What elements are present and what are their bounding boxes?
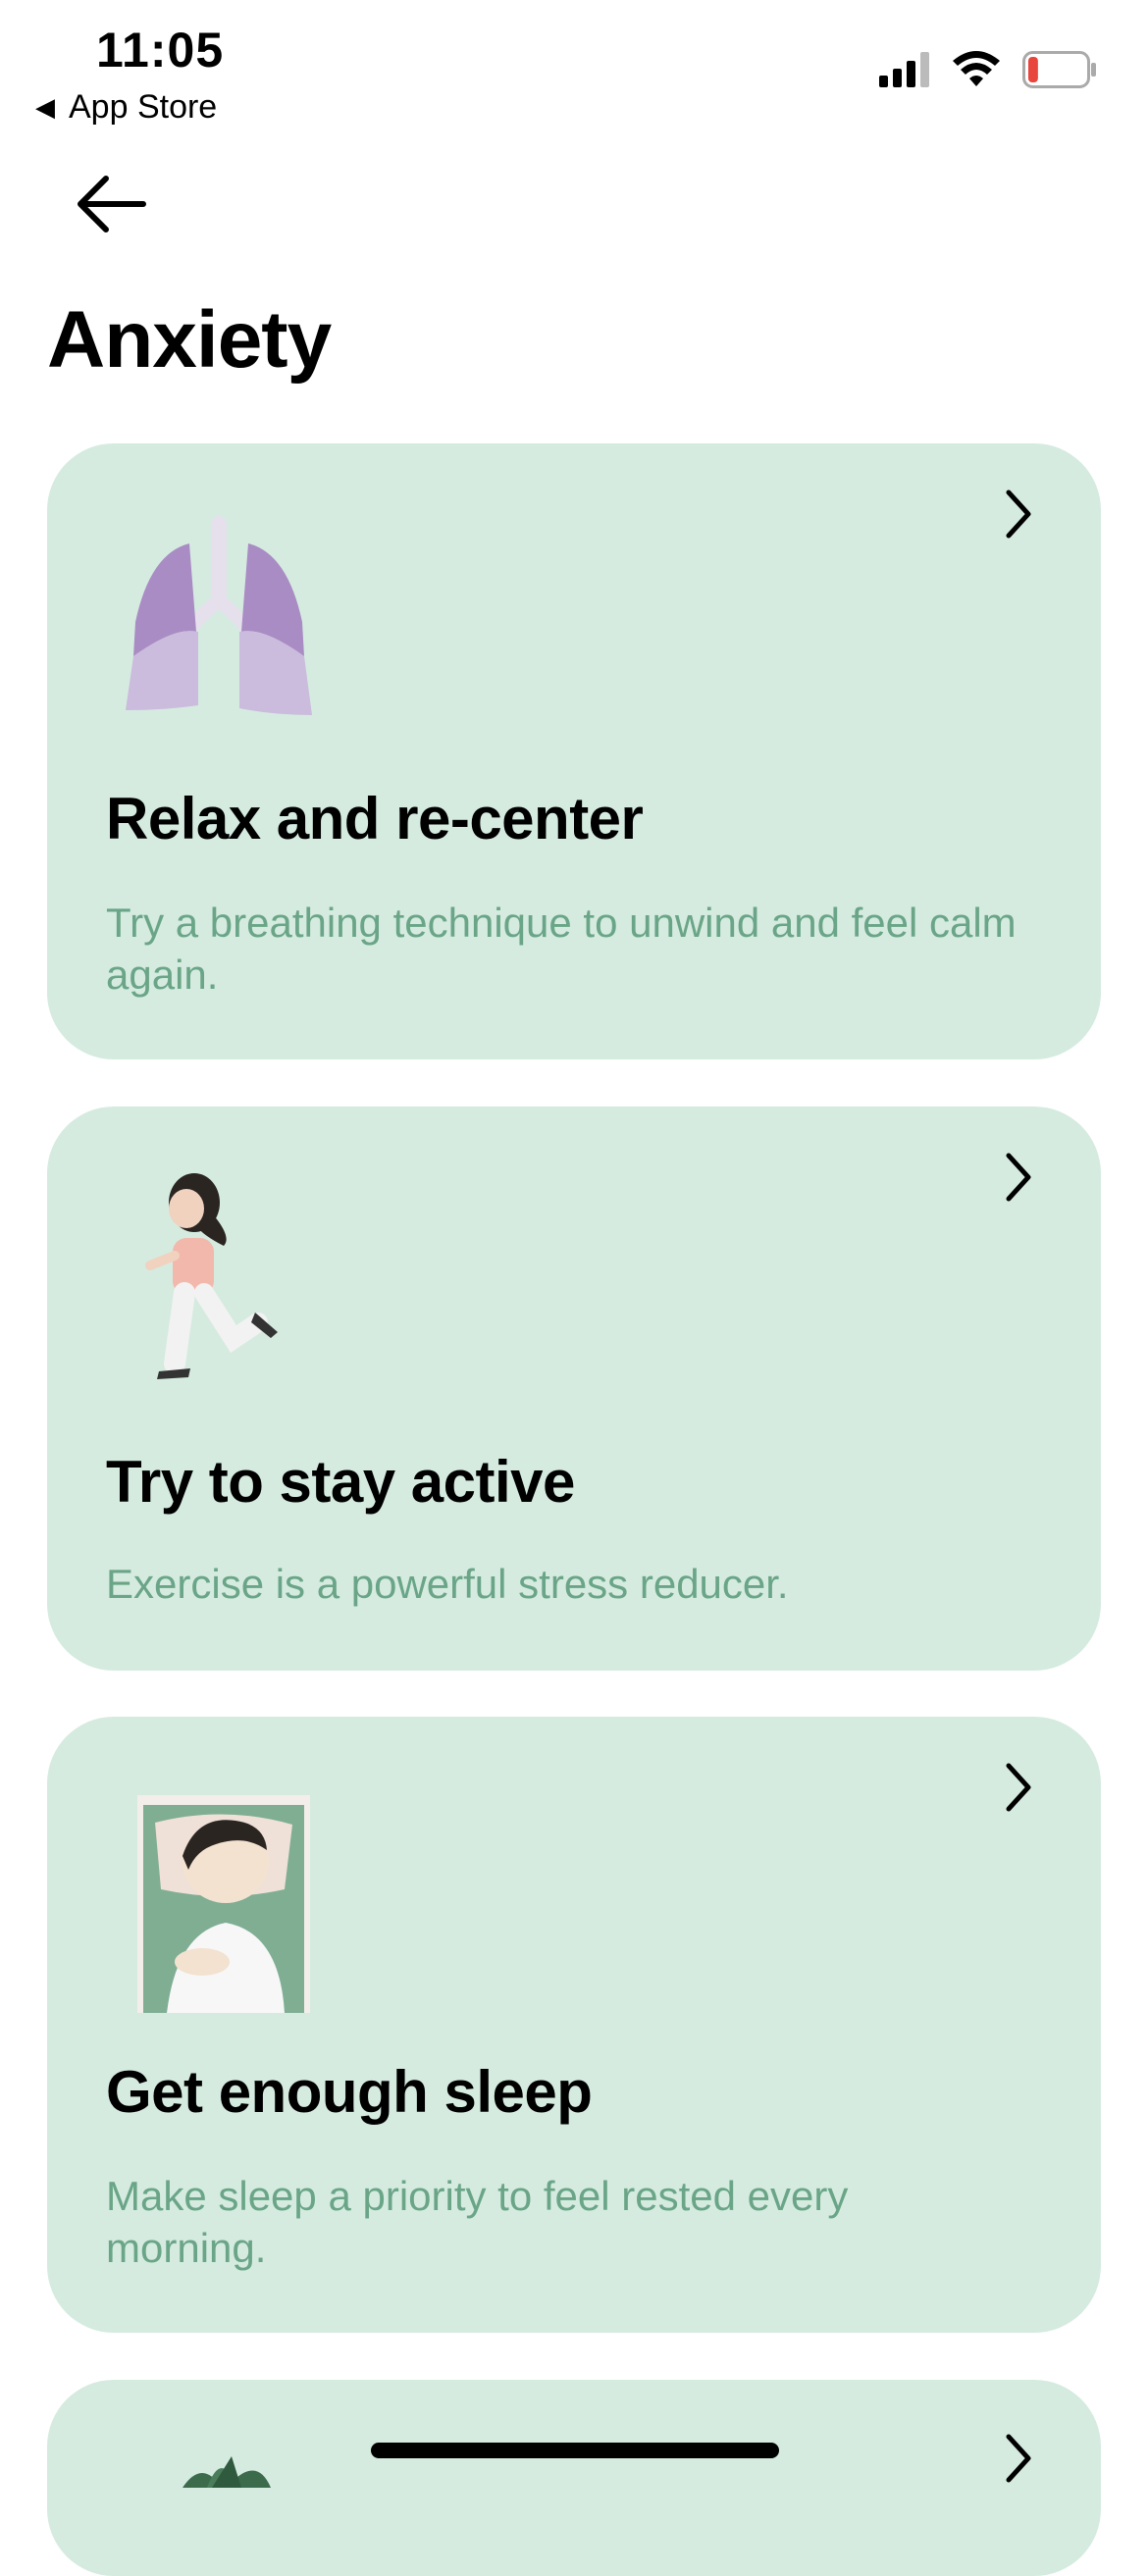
card-relax-and-recenter[interactable]: Relax and re-center Try a breathing tech… [47,443,1101,1059]
lungs-illustration [126,516,312,715]
card-title: Relax and re-center [106,786,644,851]
card-title: Try to stay active [106,1449,575,1515]
sleeping-person-illustration [137,1795,310,2013]
back-app-label: App Store [69,88,218,126]
status-icons [879,51,1097,88]
home-indicator[interactable] [371,2443,779,2458]
chevron-right-icon [1006,1153,1031,1202]
page-title: Anxiety [47,295,332,385]
card-enough-sleep[interactable]: Get enough sleep Make sleep a priority t… [47,1717,1101,2333]
card-description: Try a breathing technique to unwind and … [106,900,1017,998]
card-description: Make sleep a priority to feel rested eve… [106,2173,849,2271]
wifi-icon [953,51,1000,86]
signal-icon [879,52,929,87]
plant-illustration [183,2456,271,2488]
status-time: 11:05 [96,23,225,77]
card-partial[interactable] [47,2380,1101,2576]
back-to-app-store-link[interactable]: ◀ App Store [35,88,217,127]
card-title: Get enough sleep [106,2059,593,2125]
back-button[interactable] [69,165,157,243]
chevron-right-icon [1006,489,1031,539]
card-description: Exercise is a powerful stress reducer. [106,1561,789,1607]
battery-fill [1028,57,1038,82]
arrow-left-icon [78,176,146,232]
battery-icon [1022,51,1096,88]
back-triangle-icon: ◀ [35,92,55,122]
running-person-illustration [145,1173,278,1379]
chevron-right-icon [1006,1763,1031,1812]
card-stay-active[interactable]: Try to stay active Exercise is a powerfu… [47,1107,1101,1671]
chevron-right-icon [1006,2434,1031,2483]
